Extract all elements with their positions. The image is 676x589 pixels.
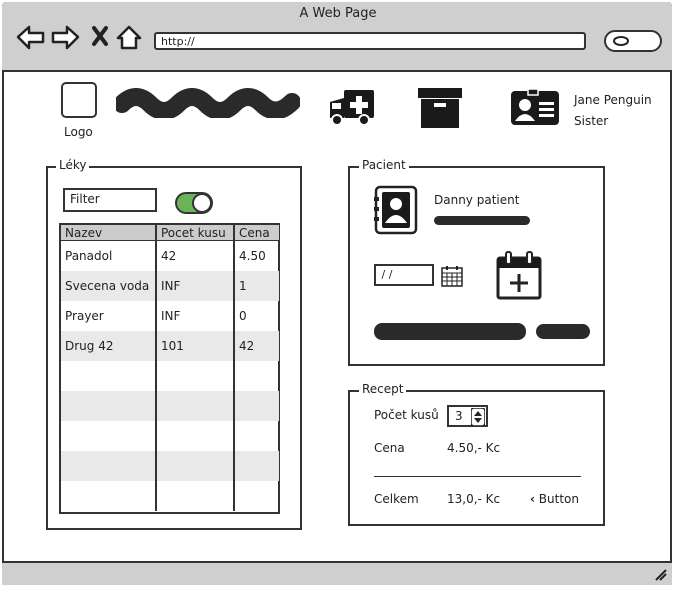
cell: 4.50 [239, 249, 266, 263]
scribble-text [374, 323, 526, 340]
calendar-small-icon[interactable] [440, 264, 464, 288]
table-row[interactable]: Panadol 42 4.50 [61, 240, 279, 271]
toggle-knob [192, 193, 212, 213]
scribble-text [536, 324, 590, 339]
table-row[interactable]: Prayer INF 0 [61, 301, 279, 331]
leky-legend: Léky [56, 158, 90, 172]
action-button[interactable]: ‹ Button [530, 492, 579, 506]
table-row[interactable]: Drug 42 101 42 [61, 331, 279, 361]
recept-legend: Recept [359, 382, 407, 396]
url-field[interactable]: http:// [154, 32, 586, 50]
table-row-empty [61, 361, 279, 391]
cell: Svecena voda [61, 271, 157, 301]
search-icon [613, 36, 629, 46]
patient-contact-icon [374, 185, 418, 235]
table-row-empty [61, 421, 279, 451]
pocet-stepper[interactable]: 3 [447, 405, 488, 427]
table-row-empty [61, 391, 279, 421]
table-header-row: Nazev Pocet kusu Cena [61, 225, 279, 241]
cena-value: 4.50,- Kc [447, 441, 501, 455]
cena-label: Cena [374, 441, 405, 455]
user-role: Sister [574, 114, 609, 128]
ambulance-icon[interactable] [328, 88, 376, 128]
browser-nav-icons [16, 25, 142, 50]
filter-input[interactable]: Filter [63, 188, 157, 212]
pocet-label: Počet kusů [374, 408, 439, 422]
user-name: Jane Penguin [574, 93, 652, 107]
status-bar [2, 561, 672, 585]
stepper-arrows-icon[interactable] [471, 408, 485, 426]
table-row[interactable]: Svecena voda INF 1 [61, 271, 279, 301]
cell: Panadol [61, 240, 157, 271]
chevron-left-icon: ‹ [530, 492, 535, 506]
pacient-legend: Pacient [359, 158, 409, 172]
search-field[interactable] [604, 30, 662, 52]
scribble-text [116, 88, 300, 118]
resize-grip-icon[interactable] [654, 568, 668, 582]
logo-placeholder-icon [61, 82, 97, 118]
drug-table: Nazev Pocet kusu Cena Panadol 42 4.50 Svec… [61, 225, 279, 511]
cell: 1 [234, 271, 279, 301]
cell: Drug 42 [61, 331, 157, 361]
filter-toggle[interactable] [175, 192, 213, 214]
table-row-empty [61, 451, 279, 481]
cell: 0 [239, 309, 247, 323]
logo-label: Logo [64, 125, 93, 139]
cell: 42 [156, 240, 235, 271]
cell: INF [156, 271, 235, 301]
action-button-label: Button [538, 492, 579, 506]
column-header[interactable]: Pocet kusu [156, 225, 235, 241]
cell: 42 [234, 331, 279, 361]
back-icon[interactable] [16, 25, 45, 50]
divider [374, 476, 581, 477]
column-header[interactable]: Cena [234, 225, 279, 241]
cell: 101 [156, 331, 235, 361]
home-icon[interactable] [116, 25, 142, 50]
forward-icon[interactable] [51, 25, 80, 50]
column-header[interactable]: Nazev [61, 225, 157, 241]
cell: INF [156, 301, 235, 331]
celkem-value: 13,0,- Kc [447, 492, 501, 506]
archive-box-icon[interactable] [417, 86, 463, 130]
patient-name: Danny patient [434, 193, 520, 207]
cell: Prayer [61, 301, 157, 331]
celkem-label: Celkem [374, 492, 419, 506]
pocet-value: 3 [455, 409, 463, 423]
id-card-icon[interactable] [510, 89, 560, 127]
window-title: A Web Page [299, 6, 377, 21]
date-input[interactable]: / / [374, 264, 434, 286]
table-row-empty [61, 481, 279, 511]
scribble-text [434, 216, 530, 225]
close-icon[interactable] [92, 26, 108, 46]
add-appointment-icon[interactable] [495, 250, 543, 300]
